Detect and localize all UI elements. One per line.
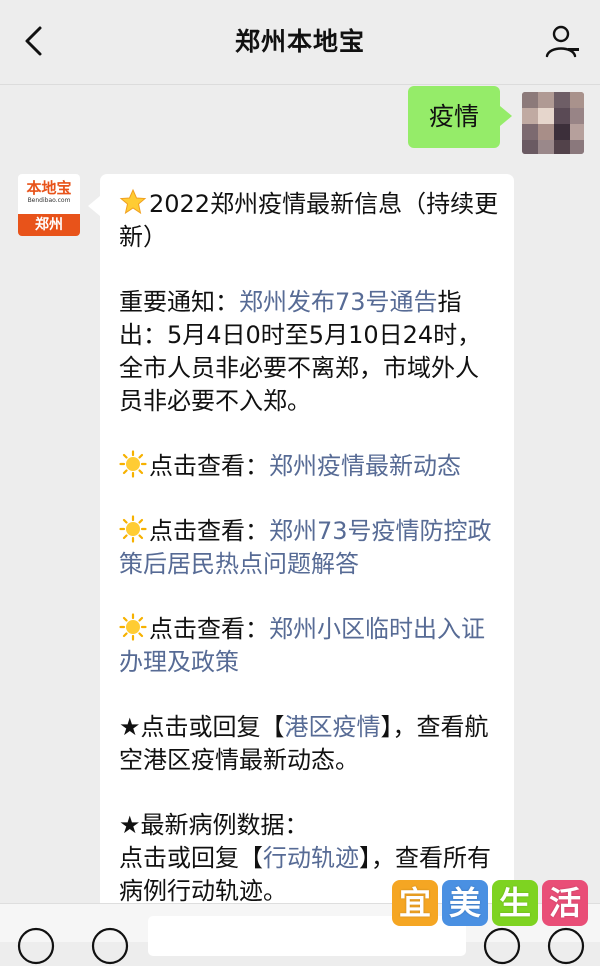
bot-message-content: 2022郑州疫情最新信息（持续更新） 重要通知：郑州发布73号通告指出：5月4日… bbox=[119, 188, 499, 908]
notice-paragraph: 重要通知：郑州发布73号通告指出：5月4日0时至5月10日24时，全市人员非必要… bbox=[119, 286, 499, 418]
bot-avatar-logo-text: 本地宝 bbox=[26, 179, 72, 197]
emoji-icon[interactable] bbox=[482, 926, 522, 966]
bot-avatar[interactable]: 本地宝 Bendibao.com 郑州 bbox=[18, 174, 80, 236]
user-avatar[interactable] bbox=[522, 92, 584, 154]
plus-icon[interactable] bbox=[546, 926, 586, 966]
bot-avatar-url: Bendibao.com bbox=[27, 197, 71, 204]
user-message-text: 疫情 bbox=[428, 102, 479, 131]
bot-avatar-city: 郑州 bbox=[18, 214, 80, 236]
view-faq-paragraph: 点击查看：郑州73号疫情防控政策后居民热点问题解答 bbox=[119, 515, 499, 581]
watermark-char: 生 bbox=[492, 880, 538, 926]
view1-link[interactable]: 郑州疫情最新动态 bbox=[269, 452, 461, 480]
watermark-char: 美 bbox=[442, 880, 488, 926]
message-title: 2022郑州疫情最新信息（持续更新） bbox=[119, 188, 499, 254]
watermark-char: 宜 bbox=[392, 880, 438, 926]
message-title-text: 2022郑州疫情最新信息（持续更新） bbox=[119, 190, 499, 251]
sun-emoji-icon bbox=[119, 450, 147, 478]
view-latest-paragraph: 点击查看：郑州疫情最新动态 bbox=[119, 450, 499, 483]
star2-prefix: 点击或回复【 bbox=[119, 844, 263, 872]
view1-prefix: 点击查看： bbox=[149, 452, 269, 480]
star1-prefix: ★点击或回复【 bbox=[119, 713, 285, 741]
star1-link[interactable]: 港区疫情 bbox=[285, 713, 381, 741]
voice-icon[interactable] bbox=[16, 926, 56, 966]
bot-message-bubble[interactable]: 2022郑州疫情最新信息（持续更新） 重要通知：郑州发布73号通告指出：5月4日… bbox=[88, 174, 514, 934]
star2-title: ★最新病例数据： bbox=[119, 811, 309, 839]
view-pass-paragraph: 点击查看：郑州小区临时出入证办理及政策 bbox=[119, 613, 499, 679]
view2-prefix: 点击查看： bbox=[149, 517, 269, 545]
chat-title: 郑州本地宝 bbox=[234, 27, 365, 56]
bot-avatar-logo: 本地宝 Bendibao.com bbox=[18, 174, 80, 214]
user-message-bubble[interactable]: 疫情 bbox=[408, 86, 512, 148]
sun-emoji-icon bbox=[119, 515, 147, 543]
watermark: 宜 美 生 活 bbox=[392, 880, 588, 932]
sun-emoji-icon bbox=[119, 613, 147, 641]
person-icon[interactable] bbox=[542, 22, 582, 62]
airport-paragraph: ★点击或回复【港区疫情】，查看航空港区疫情最新动态。 bbox=[119, 711, 499, 777]
chat-header: 郑州本地宝 bbox=[0, 0, 600, 85]
view3-prefix: 点击查看： bbox=[149, 615, 269, 643]
notice-prefix: 重要通知： bbox=[119, 288, 239, 316]
notice-link[interactable]: 郑州发布73号通告 bbox=[239, 288, 438, 316]
star-emoji-icon bbox=[119, 188, 147, 215]
keyboard-icon[interactable] bbox=[90, 926, 130, 966]
watermark-char: 活 bbox=[542, 880, 588, 926]
star2-link[interactable]: 行动轨迹 bbox=[263, 844, 359, 872]
